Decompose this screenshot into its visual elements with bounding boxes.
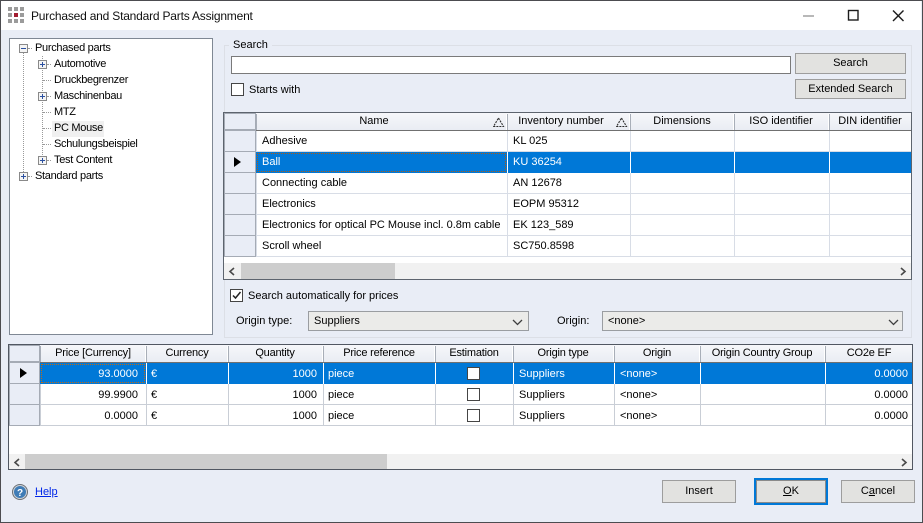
svg-text:?: ?	[17, 488, 23, 499]
